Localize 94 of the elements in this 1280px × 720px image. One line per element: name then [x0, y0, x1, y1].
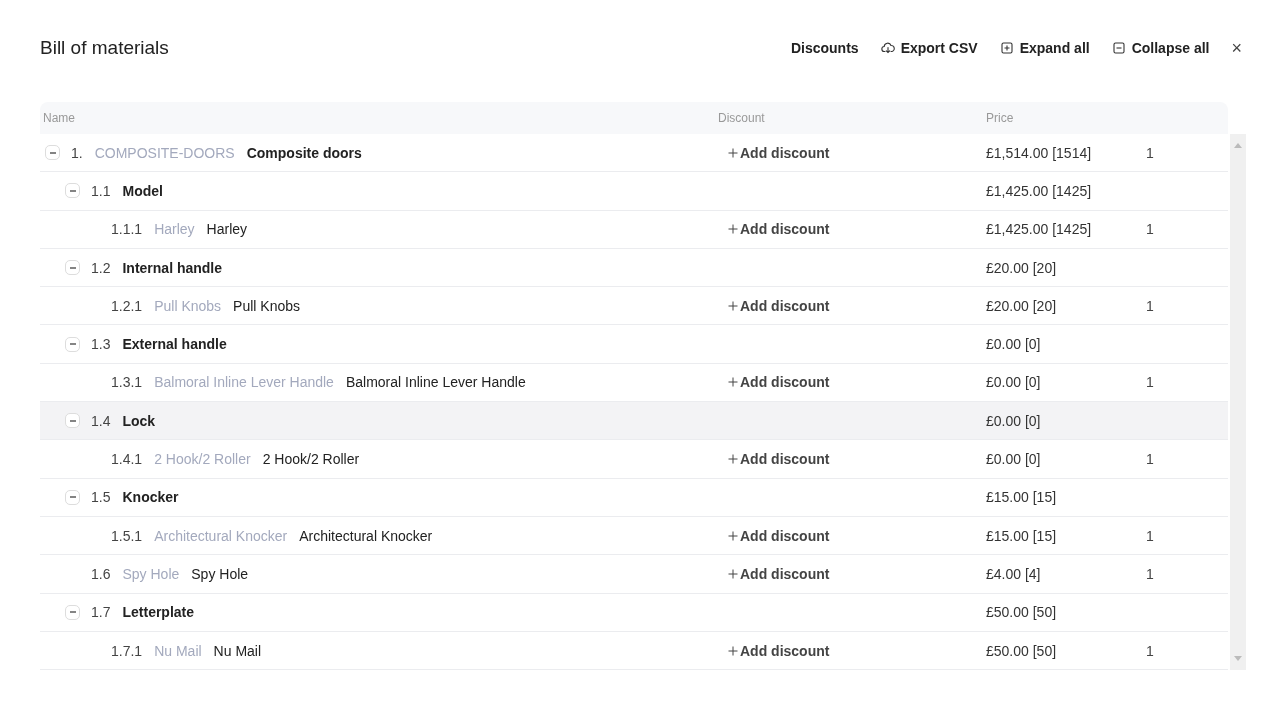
plus-icon — [728, 454, 738, 464]
column-header: Name — [42, 111, 76, 125]
quantity-cell: 1 — [1146, 451, 1154, 467]
close-button[interactable]: × — [1227, 37, 1246, 59]
collapse-toggle[interactable] — [65, 260, 80, 276]
item-name: Model — [122, 182, 163, 199]
item-number: 1.4.1 — [111, 451, 143, 467]
plus-icon — [728, 645, 738, 656]
price-cell: £1,425.00 [1425] — [986, 182, 1092, 199]
item-code: Balmoral Inline Lever Handle — [154, 374, 334, 391]
item-name: 2 Hook/2 Roller — [262, 451, 360, 467]
quantity-cell: 1 — [1146, 144, 1154, 161]
collapse-toggle[interactable] — [65, 336, 80, 352]
item-name: Balmoral Inline Lever Handle — [345, 374, 526, 391]
quantity-cell: 1 — [1146, 374, 1154, 391]
item-number: 1.1.1 — [111, 221, 143, 238]
add-discount-button[interactable]: Add discount — [728, 297, 830, 314]
column-header: Price — [986, 111, 1015, 125]
collapse-all-button[interactable]: Collapse all — [1111, 40, 1210, 56]
add-discount-button[interactable]: Add discount — [728, 451, 830, 467]
price-cell: £20.00 [20] — [986, 297, 1057, 314]
dialog-title: Bill of materials — [40, 37, 169, 59]
item-number: 1.5 — [91, 489, 111, 506]
item-name: Knocker — [122, 489, 179, 506]
item-number: 1.1 — [91, 182, 111, 199]
minus-square-icon — [1111, 41, 1126, 55]
quantity-cell: 1 — [1146, 221, 1154, 238]
plus-icon — [728, 147, 738, 158]
item-name: Letterplate — [122, 604, 195, 621]
item-number: 1.2.1 — [111, 297, 143, 314]
add-discount-button[interactable]: Add discount — [728, 527, 830, 544]
item-name: Spy Hole — [191, 565, 249, 582]
add-discount-button[interactable]: Add discount — [728, 221, 830, 238]
quantity-cell: 1 — [1146, 642, 1154, 659]
plus-icon — [728, 530, 738, 541]
item-code: Harley — [154, 221, 195, 238]
item-code: Architectural Knocker — [154, 527, 288, 544]
add-discount-button[interactable]: Add discount — [728, 374, 830, 391]
price-cell: £50.00 [50] — [986, 642, 1057, 659]
item-number: 1. — [71, 144, 83, 161]
item-name: Harley — [206, 221, 248, 238]
price-cell: £0.00 [0] — [986, 336, 1041, 353]
add-discount-button[interactable]: Add discount — [728, 565, 830, 582]
item-code: COMPOSITE-DOORS — [94, 144, 235, 161]
item-name: Composite doors — [246, 144, 362, 161]
quantity-cell: 1 — [1146, 297, 1154, 314]
item-code: Pull Knobs — [154, 297, 222, 314]
price-cell: £15.00 [15] — [986, 527, 1057, 544]
item-name: External handle — [122, 336, 227, 353]
item-number: 1.6 — [91, 565, 111, 582]
item-name: Lock — [122, 412, 156, 429]
add-discount-button[interactable]: Add discount — [728, 642, 830, 659]
item-number: 1.4 — [91, 412, 111, 429]
discounts-button[interactable]: Discounts — [790, 40, 859, 56]
item-name: Nu Mail — [213, 642, 262, 659]
price-cell: £20.00 [20] — [986, 259, 1057, 276]
item-code: 2 Hook/2 Roller — [154, 451, 251, 467]
item-code: Spy Hole — [122, 565, 180, 582]
plus-icon — [728, 377, 738, 388]
plus-icon — [728, 568, 738, 579]
collapse-toggle[interactable] — [65, 489, 80, 505]
quantity-cell: 1 — [1146, 565, 1154, 582]
cloud-download-icon — [880, 41, 895, 55]
expand-all-button[interactable]: Expand all — [999, 40, 1090, 56]
export-button[interactable]: Export CSV — [880, 40, 978, 56]
item-name: Architectural Knocker — [299, 527, 433, 544]
price-cell: £1,514.00 [1514] — [986, 144, 1092, 161]
quantity-cell: 1 — [1146, 527, 1154, 544]
add-discount-button[interactable]: Add discount — [728, 144, 830, 161]
collapse-toggle[interactable] — [45, 145, 60, 161]
price-cell: £15.00 [15] — [986, 489, 1057, 506]
table-row[interactable]: 1.4 Lock £0.00 [0] — [40, 402, 1228, 441]
plus-icon — [728, 224, 738, 235]
column-header: Discount — [718, 111, 766, 125]
price-cell: £0.00 [0] — [986, 451, 1041, 467]
item-number: 1.3.1 — [111, 374, 143, 391]
price-cell: £1,425.00 [1425] — [986, 221, 1092, 238]
price-cell: £0.00 [0] — [986, 374, 1041, 391]
price-cell: £4.00 [4] — [986, 565, 1041, 582]
plus-icon — [728, 300, 738, 311]
item-name: Internal handle — [122, 259, 223, 276]
item-code: Nu Mail — [154, 642, 202, 659]
price-cell: £50.00 [50] — [986, 604, 1057, 621]
plus-square-icon — [999, 41, 1014, 55]
item-number: 1.2 — [91, 259, 111, 276]
item-number: 1.7 — [91, 604, 111, 621]
item-number: 1.5.1 — [111, 527, 143, 544]
collapse-toggle[interactable] — [65, 413, 80, 429]
item-number: 1.7.1 — [111, 642, 143, 659]
collapse-toggle[interactable] — [65, 604, 80, 620]
item-name: Pull Knobs — [233, 297, 300, 314]
price-cell: £0.00 [0] — [986, 412, 1041, 429]
collapse-toggle[interactable] — [65, 183, 80, 199]
item-number: 1.3 — [91, 336, 111, 353]
